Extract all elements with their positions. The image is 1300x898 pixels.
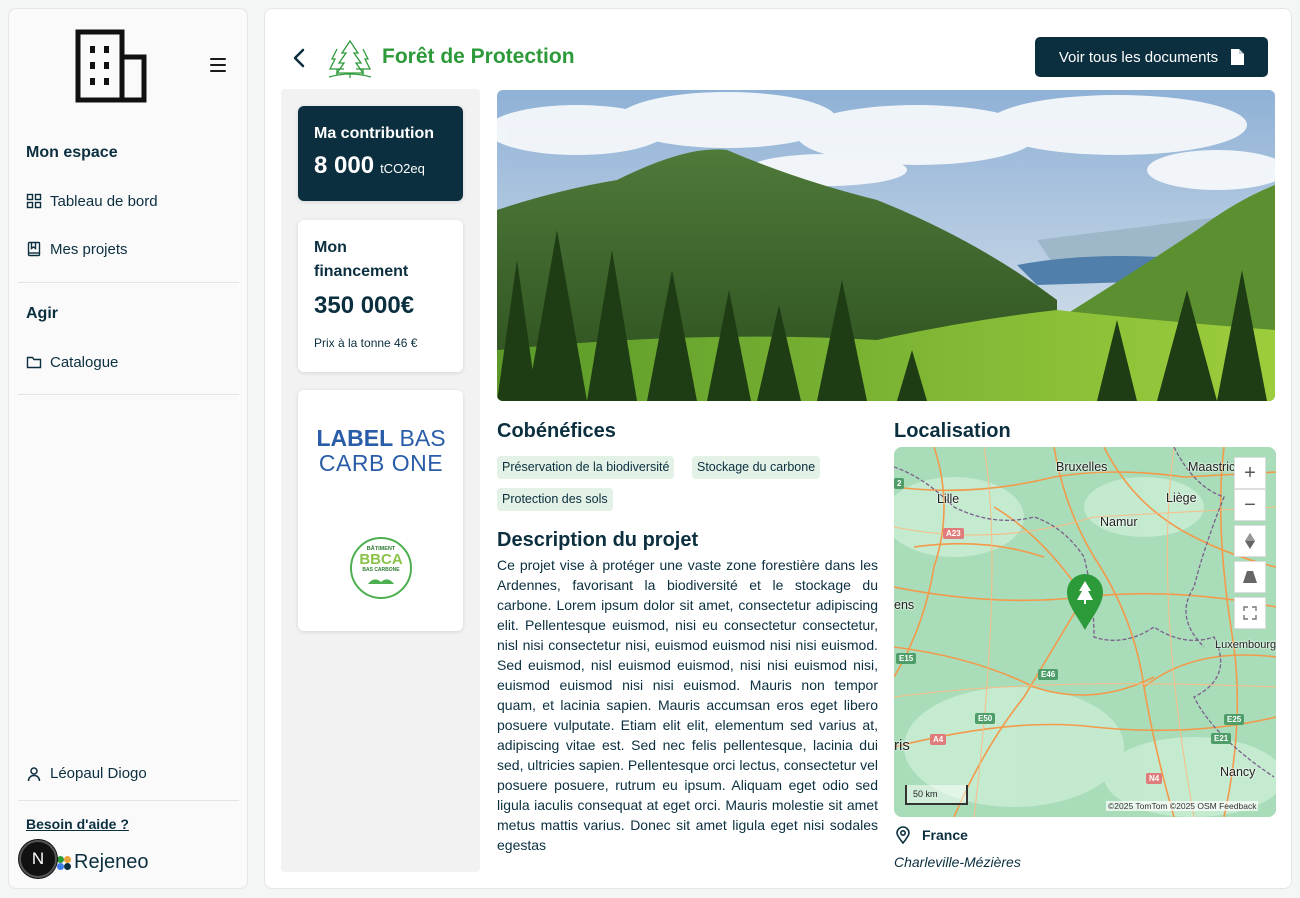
divider [18, 394, 239, 395]
labels-card: LABEL BAS CARB ONE BÂTIMENT BBCA BAS CAR… [298, 390, 463, 631]
compass-button[interactable] [1234, 525, 1266, 557]
dashboard-icon [26, 193, 42, 209]
cobenefit-tag: Stockage du carbone [692, 456, 821, 479]
sidebar-item-tableau-de-bord[interactable]: Tableau de bord [26, 190, 158, 212]
cobenefit-tag: Protection des sols [497, 488, 613, 511]
bbca-main-text: BBCA [359, 551, 403, 568]
location-pin-icon[interactable] [1066, 573, 1104, 631]
sidebar: Mon espace Tableau de bord Mes projets A… [8, 8, 248, 889]
bbca-hands-icon [368, 579, 394, 584]
project-hero-image [497, 90, 1275, 401]
location-map[interactable]: Bruxelles Maastricht Lille Liège Namur e… [894, 447, 1276, 817]
user-profile[interactable]: Léopaul Diogo [26, 765, 147, 782]
building-logo-icon [75, 29, 147, 103]
location-country: France [894, 826, 968, 844]
back-arrow-icon[interactable] [289, 45, 309, 71]
pitch-icon [1243, 571, 1257, 583]
brand-logo: Rejeneo [57, 851, 149, 874]
dev-tools-badge[interactable]: N [19, 840, 57, 878]
main-panel: Forêt de Protection Voir tous les docume… [264, 8, 1292, 889]
page-title: Forêt de Protection [382, 45, 575, 68]
document-icon [1231, 49, 1245, 65]
help-link[interactable]: Besoin d'aide ? [26, 816, 129, 832]
mountain-landscape-image [497, 90, 1275, 401]
user-icon [27, 766, 41, 781]
summary-column: Ma contribution 8 000 tCO2eq Mon financem… [281, 89, 480, 872]
road-badge: E15 [896, 653, 917, 664]
map-label: Lille [937, 492, 960, 506]
book-icon [27, 241, 41, 257]
road-badge: 2 [894, 478, 905, 489]
map-label: Bruxelles [1056, 460, 1108, 474]
fullscreen-icon [1243, 606, 1257, 620]
financing-label: Mon financement [314, 239, 409, 280]
map-pin-icon [896, 826, 910, 844]
cobenefits-title: Cobénéfices [497, 420, 616, 442]
country-name: France [922, 827, 968, 843]
brand-name: Rejeneo [74, 851, 149, 873]
compass-icon [1245, 533, 1255, 549]
map-label: ris [894, 737, 910, 754]
road-badge: E50 [975, 713, 996, 724]
road-badge: E25 [1224, 714, 1245, 725]
map-attribution[interactable]: ©2025 TomTom ©2025 OSM Feedback [1106, 801, 1259, 811]
map-label: Liège [1166, 491, 1197, 505]
map-label: Luxembourg [1215, 639, 1276, 651]
city-name: Charleville-Mézières [894, 854, 1021, 870]
user-name: Léopaul Diogo [50, 765, 147, 782]
sidebar-item-catalogue[interactable]: Catalogue [26, 351, 118, 373]
map-label: Namur [1100, 515, 1138, 529]
contribution-unit: tCO2eq [380, 161, 425, 176]
description-title: Description du projet [497, 529, 699, 551]
contribution-value-row: 8 000 tCO2eq [314, 152, 447, 180]
view-all-documents-label: Voir tous les documents [1058, 48, 1219, 66]
section-title-mon-espace: Mon espace [26, 144, 118, 161]
pitch-button[interactable] [1234, 561, 1266, 593]
description-text: Ce projet vise à protéger une vaste zone… [497, 557, 878, 853]
road-badge: E21 [1211, 733, 1232, 744]
zoom-out-button[interactable]: − [1234, 489, 1266, 521]
carbone-word: CARB ONE [318, 450, 444, 476]
label-bas-carbone-logo: LABEL BAS CARB ONE [316, 426, 446, 476]
price-per-ton: Prix à la tonne 46 € [314, 336, 418, 350]
bbca-logo: BÂTIMENT BBCA BAS CARBONE [350, 537, 412, 599]
map-label: Nancy [1220, 765, 1256, 779]
forest-icon [328, 39, 372, 78]
zoom-in-button[interactable]: + [1234, 457, 1266, 489]
contribution-label: Ma contribution [314, 125, 434, 142]
sidebar-item-mes-projets[interactable]: Mes projets [26, 238, 128, 260]
map-label: ens [894, 598, 915, 612]
road-badge: N4 [1146, 773, 1163, 784]
divider [18, 282, 239, 283]
sidebar-item-label: Catalogue [50, 353, 119, 371]
map-scale: 50 km [905, 785, 968, 805]
road-badge: A23 [943, 528, 964, 539]
contribution-card: Ma contribution 8 000 tCO2eq [298, 106, 463, 201]
hamburger-menu-icon[interactable] [210, 58, 226, 72]
view-all-documents-button[interactable]: Voir tous les documents [1035, 37, 1268, 77]
divider [18, 800, 239, 801]
brand-mark-icon [57, 855, 71, 870]
fullscreen-button[interactable] [1234, 597, 1266, 629]
folder-icon [26, 356, 42, 369]
bas-word: BAS [399, 425, 446, 451]
sidebar-item-label: Tableau de bord [50, 192, 158, 210]
cobenefit-tag: Préservation de la biodiversité [497, 456, 675, 479]
road-badge: A4 [930, 734, 947, 745]
location-title: Localisation [894, 420, 1011, 442]
contribution-value: 8 000 [314, 152, 375, 179]
road-badge: E46 [1038, 669, 1059, 680]
section-title-agir: Agir [26, 305, 58, 322]
label-word: LABEL [316, 425, 394, 451]
financing-value: 350 000€ [314, 292, 415, 319]
financing-card: Mon financement 350 000€ Prix à la tonne… [298, 220, 463, 372]
sidebar-item-label: Mes projets [50, 240, 128, 258]
